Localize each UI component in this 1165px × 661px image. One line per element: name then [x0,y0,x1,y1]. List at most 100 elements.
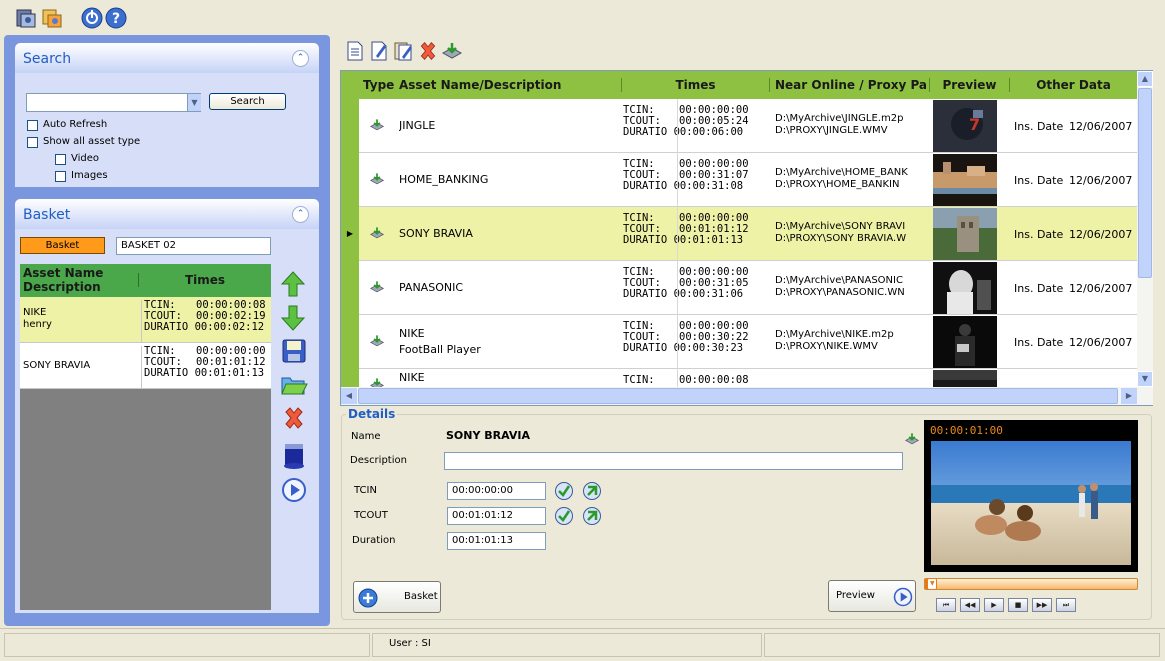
ins-date-label: Ins. Date [1014,174,1064,187]
collapse-search-icon[interactable]: ⌃ [292,50,309,67]
search-dropdown-chevron-icon[interactable]: ▼ [187,94,201,111]
edit-icon[interactable] [369,40,389,62]
power-icon[interactable] [80,6,104,30]
scroll-h-thumb[interactable] [358,388,1118,404]
preview-thumbnail[interactable] [933,370,997,387]
open-folder-icon[interactable] [280,372,308,398]
basket-name-field[interactable]: BASKET 02 [116,237,271,255]
row-selector[interactable] [341,99,359,153]
asset-row[interactable]: NIKE TCIN: 00:00:00:08 [341,369,1137,387]
tcout-field[interactable]: 00:01:01:12 [447,507,546,525]
col-asset-name[interactable]: Asset Name/Description [399,78,619,92]
basket-col-name[interactable]: Asset Name Description [23,266,135,294]
preview-thumbnail[interactable] [933,154,997,206]
asset-times: TCIN: 00:00:00:00 TCOUT: 00:00:31:07 DURAT… [623,159,771,192]
remove-icon[interactable] [418,41,438,61]
basket-tag-button[interactable]: Basket [20,237,105,254]
col-times[interactable]: Times [621,78,769,92]
edit-multi-icon[interactable] [393,40,415,62]
film-icon[interactable] [282,442,306,470]
player-seek-bar[interactable]: ▼ [924,578,1138,590]
video-checkbox[interactable] [55,154,66,165]
images-checkbox[interactable] [55,171,66,182]
duration-field[interactable]: 00:01:01:13 [447,532,546,550]
new-icon[interactable] [345,40,365,62]
move-up-icon[interactable] [280,270,306,298]
preview-thumbnail[interactable] [933,262,997,314]
assets-icon[interactable] [14,6,38,30]
tcin-field[interactable]: 00:00:00:00 [447,482,546,500]
rewind-icon[interactable]: ◀◀ [960,598,980,612]
scroll-down-icon[interactable]: ▼ [1137,371,1153,387]
preview-thumbnail[interactable] [933,316,997,368]
search-panel-header[interactable]: Search [15,43,319,73]
asset-paths: D:\MyArchive\JINGLE.m2p D:\PROXY\JINGLE.… [775,113,925,137]
asset-paths: D:\MyArchive\HOME_BANK D:\PROXY\HOME_BAN… [775,167,925,191]
auto-refresh-label: Auto Refresh [43,119,108,130]
scroll-up-icon[interactable]: ▲ [1137,71,1153,87]
tcin-label: TCIN [354,485,377,496]
tcout-set-icon[interactable] [554,506,574,526]
asset-row[interactable]: ▶ SONY BRAVIA TCIN: 00:00:00:00 TCOUT: 00:… [341,207,1137,261]
asset-times: TCIN: 00:00:00:00 TCOUT: 00:00:05:24 DURAT… [623,105,771,138]
scroll-left-icon[interactable]: ◀ [341,388,357,404]
basket-row[interactable]: SONY BRAVIA TCIN: 00:00:00:00 TCOUT: 00:… [20,343,271,389]
settings-icon[interactable] [40,6,64,30]
proxy-path: D:\PROXY\HOME_BANKIN [775,179,900,190]
description-field[interactable] [444,452,903,470]
status-user: User : SI [389,638,431,649]
scroll-right-icon[interactable]: ▶ [1121,388,1137,404]
save-icon[interactable] [281,338,307,364]
last-frame-icon[interactable]: ⏭ [1056,598,1076,612]
basket-col-times[interactable]: Times [138,273,271,287]
video-player[interactable]: 00:00:01:00 [924,420,1138,572]
asset-row[interactable]: NIKE FootBall Player TCIN: 00:00:00:00 TC… [341,315,1137,369]
tcin-set-icon[interactable] [554,481,574,501]
col-type[interactable]: Type [363,78,399,92]
ins-date-label: Ins. Date [1014,336,1064,349]
near-online-path: D:\MyArchive\HOME_BANK [775,167,908,178]
tcout-goto-icon[interactable] [582,506,602,526]
play-icon[interactable] [281,477,307,503]
delete-icon[interactable] [282,406,306,430]
seek-thumb[interactable]: ▼ [927,578,938,590]
col-preview[interactable]: Preview [929,78,1009,92]
move-down-icon[interactable] [280,304,306,332]
row-selector[interactable] [341,369,359,387]
add-to-basket-button[interactable]: Basket [353,581,441,613]
basket-header: Asset Name Description Times [20,264,271,297]
row-selector[interactable] [341,153,359,207]
first-frame-icon[interactable]: ⏮ [936,598,956,612]
help-icon[interactable]: ? [104,6,128,30]
auto-refresh-checkbox[interactable] [27,120,38,131]
show-all-checkbox[interactable] [27,137,38,148]
search-input[interactable] [26,93,201,112]
collapse-basket-icon[interactable]: ⌃ [292,206,309,223]
asset-row[interactable]: PANASONIC TCIN: 00:00:00:00 TCOUT: 00:00:3… [341,261,1137,315]
video-type-icon [369,226,385,240]
search-button[interactable]: Search [209,93,286,110]
col-other-data[interactable]: Other Data [1009,78,1137,92]
preview-thumbnail[interactable]: 7 [933,100,997,152]
stop-icon[interactable]: ■ [1008,598,1028,612]
asset-row[interactable]: JINGLE TCIN: 00:00:00:00 TCOUT: 00:00:05:2… [341,99,1137,153]
basket-row[interactable]: NIKE henry TCIN: 00:00:00:08 TCOUT: 00:0… [20,297,271,343]
row-selector[interactable] [341,315,359,369]
scroll-thumb[interactable] [1138,88,1152,278]
player-timecode: 00:00:01:00 [930,424,1003,437]
row-selector[interactable] [341,261,359,315]
fast-forward-icon[interactable]: ▶▶ [1032,598,1052,612]
basket-panel-header[interactable]: Basket [15,199,319,229]
grid-vertical-scrollbar[interactable]: ▲ ▼ [1137,71,1153,387]
asset-times: TCIN: 00:00:00:00 TCOUT: 00:00:31:05 DURAT… [623,267,771,300]
import-icon[interactable] [441,41,463,61]
row-selector[interactable]: ▶ [341,207,359,261]
asset-row[interactable]: HOME_BANKING TCIN: 00:00:00:00 TCOUT: 00:0… [341,153,1137,207]
col-path[interactable]: Near Online / Proxy Pa [769,78,929,92]
play-button-icon[interactable]: ▶ [984,598,1004,612]
preview-thumbnail[interactable] [933,208,997,260]
grid-horizontal-scrollbar[interactable]: ◀ ▶ [341,387,1153,405]
tcin-goto-icon[interactable] [582,481,602,501]
asset-times: TCIN: 00:00:00:00 TCOUT: 00:00:30:22 DURAT… [623,321,771,354]
preview-button[interactable]: Preview [828,580,916,612]
